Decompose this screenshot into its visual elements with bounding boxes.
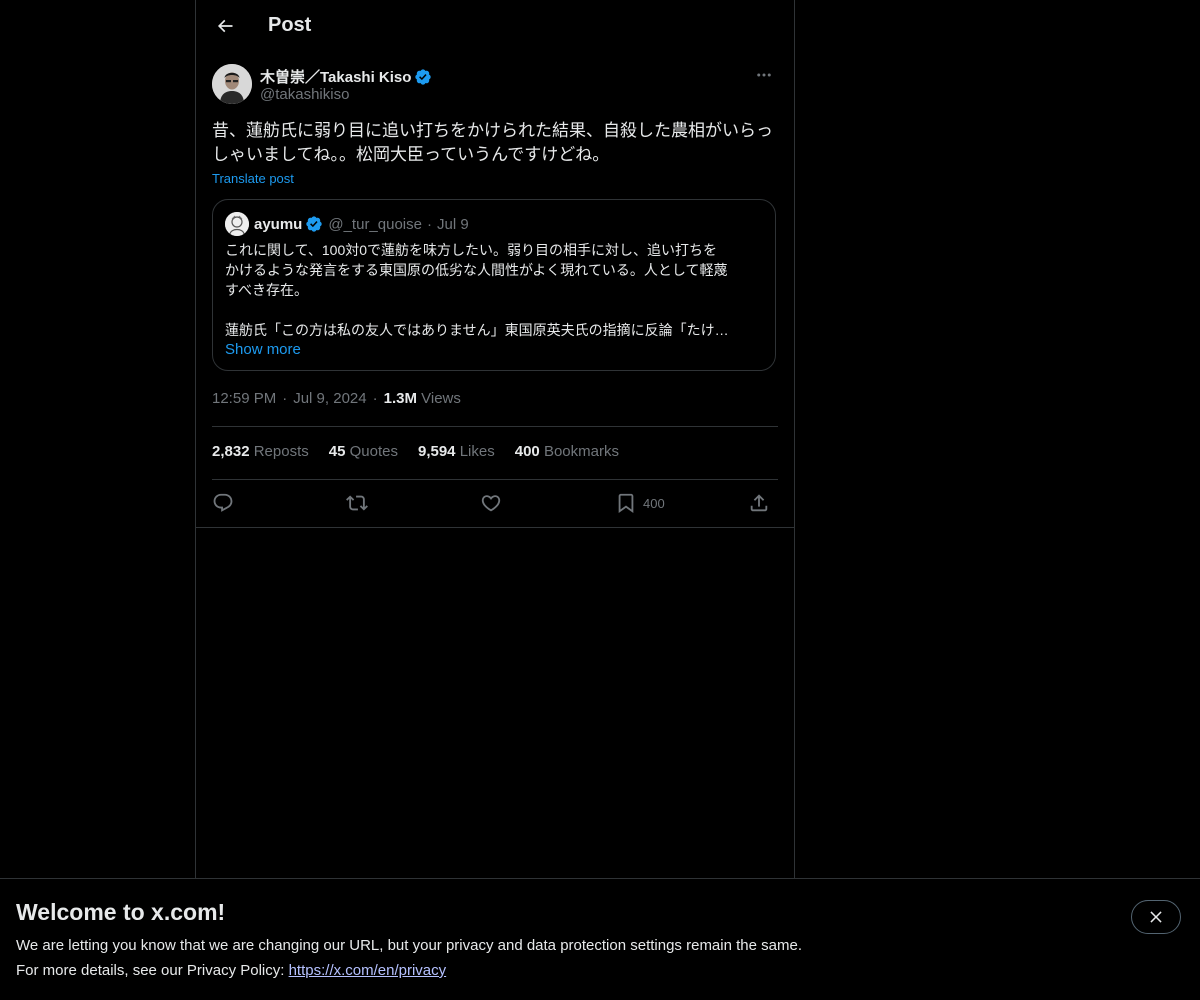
separator-dot: · [426,215,432,233]
reposts-stat[interactable]: 2,832 Reposts [212,443,309,460]
show-more-link[interactable]: Show more [225,341,301,358]
bookmark-icon [618,493,634,514]
post-time[interactable]: 12:59 PM [212,390,276,407]
author-avatar[interactable] [212,64,252,104]
banner-title: Welcome to x.com! [16,899,226,925]
quote-text-line: 蓮舫氏「この方は私の友人ではありません」東国原英夫氏の指摘に反論「たけ… [225,322,729,338]
post-header: Post [196,0,794,54]
verified-badge-icon [415,68,432,85]
quote-header: ayumu @_tur_quoise · Jul 9 [225,212,469,236]
bookmark-count: 400 [643,495,665,511]
post-metadata: 12:59 PM · Jul 9, 2024 · 1.3M Views [212,390,461,407]
verified-badge-icon [306,216,323,232]
quoted-post[interactable]: ayumu @_tur_quoise · Jul 9 これに関して、100対0で… [212,199,776,371]
views-count: 1.3M [383,390,417,407]
back-button[interactable] [208,9,242,43]
banner-text-prefix: For more details, see our Privacy Policy… [16,962,289,979]
divider [212,426,778,427]
banner-text: For more details, see our Privacy Policy… [16,962,446,979]
post-text: 昔、蓮舫氏に弱り目に追い打ちをかけられた結果、自殺した農相がいらっ しゃいまして… [212,119,778,167]
banner-text: We are letting you know that we are chan… [16,937,802,954]
reply-button[interactable] [212,488,234,518]
author-name[interactable]: 木曽崇／Takashi Kiso [260,66,411,87]
quote-author-name: ayumu [254,215,303,233]
reply-icon [213,493,233,512]
quotes-count: 45 [328,443,346,460]
bookmarks-stat[interactable]: 400 Bookmarks [515,443,619,460]
quote-text-line: かけるような発言をする東国原の低劣な人間性がよく現れている。人として軽蔑 [225,262,728,278]
arrow-left-icon [217,19,233,33]
separator-dot: · [372,390,378,407]
page-title: Post [268,14,312,36]
quotes-stat[interactable]: 45 Quotes [329,443,398,460]
close-banner-button[interactable] [1131,900,1181,934]
likes-count: 9,594 [417,443,456,460]
repost-button[interactable] [346,488,368,518]
divider [196,527,794,528]
share-button[interactable] [748,488,770,518]
quote-body: これに関して、100対0で蓮舫を味方したい。弱り目の相手に対し、追い打ちを かけ… [225,240,765,340]
action-bar: 400 [212,488,778,518]
privacy-policy-link[interactable]: https://x.com/en/privacy [289,962,447,979]
quote-text-line: すべき存在。 [225,282,309,298]
quotes-label: Quotes [349,443,398,460]
like-button[interactable] [480,488,502,518]
quote-date: Jul 9 [436,215,469,233]
author-handle[interactable]: @takashikiso [260,86,349,103]
bookmarks-label: Bookmarks [543,443,619,460]
quote-text-line: これに関して、100対0で蓮舫を味方したい。弱り目の相手に対し、追い打ちを [225,242,718,258]
bookmarks-count: 400 [514,443,540,460]
post-column: Post 木曽崇／Takashi Kiso @takashikiso 昔、蓮舫氏… [195,0,795,878]
separator-dot: · [282,390,288,407]
close-icon [1150,911,1162,923]
post-stats: 2,832 Reposts 45 Quotes 9,594 Likes 400 … [212,443,619,460]
author-name-row[interactable]: 木曽崇／Takashi Kiso [260,66,432,87]
post-author: 木曽崇／Takashi Kiso @takashikiso [212,64,778,106]
welcome-banner: Welcome to x.com! We are letting you kno… [0,878,1200,1000]
reposts-label: Reposts [253,443,309,460]
heart-icon [481,495,501,512]
share-icon [750,494,768,512]
divider [212,479,778,480]
views-label: Views [421,390,461,407]
translate-post-link[interactable]: Translate post [212,171,294,186]
repost-icon [346,495,368,511]
reposts-count: 2,832 [212,443,250,460]
likes-stat[interactable]: 9,594 Likes [418,443,495,460]
post-text-line: 昔、蓮舫氏に弱り目に追い打ちをかけられた結果、自殺した農相がいらっ [212,121,773,140]
quote-author-avatar[interactable] [225,212,249,236]
likes-label: Likes [459,443,495,460]
more-horizontal-icon [757,73,771,77]
bookmark-button[interactable]: 400 [615,488,665,518]
post-text-line: しゃいましてね。。松岡大臣っていうんですけどね。 [212,145,610,164]
quote-author-handle: @_tur_quoise [328,215,422,233]
post-date[interactable]: Jul 9, 2024 [293,390,366,407]
more-options-button[interactable] [750,64,778,86]
